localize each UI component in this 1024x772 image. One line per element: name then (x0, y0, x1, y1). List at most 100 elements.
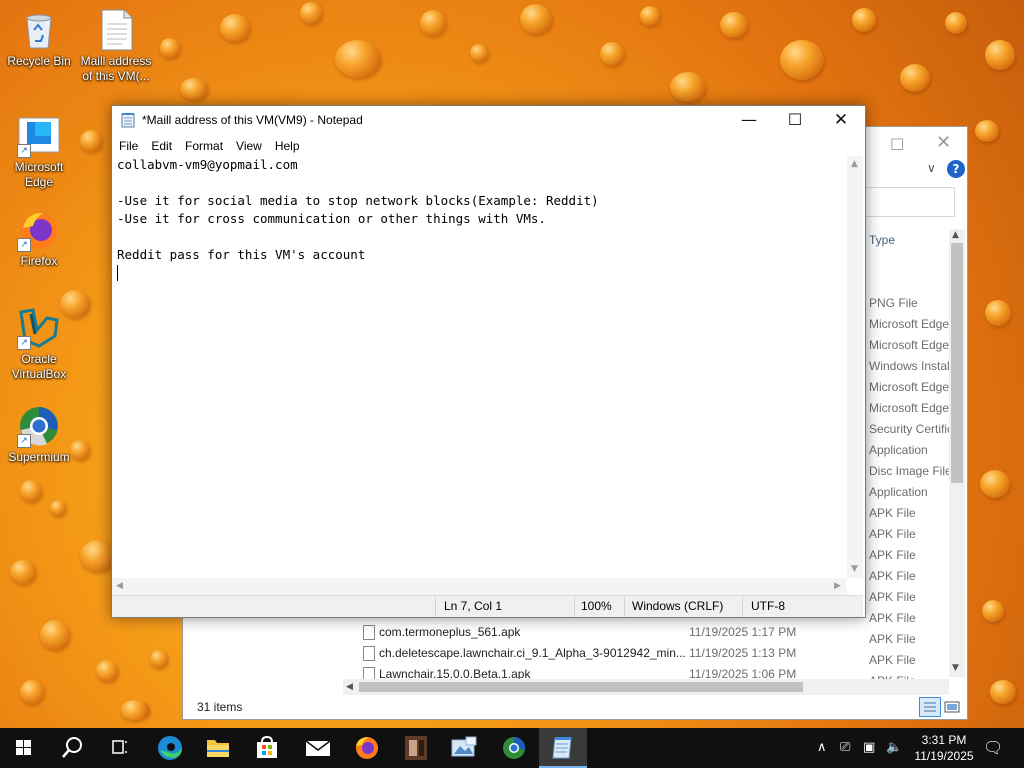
shortcut-arrow-icon: ↗ (17, 434, 31, 448)
type-cell: Disc Image File (869, 464, 952, 478)
search-icon (62, 737, 82, 758)
menu-bar: File Edit Format View Help (112, 136, 863, 156)
help-icon[interactable]: ? (947, 160, 965, 178)
folder-icon (207, 740, 229, 757)
network-icon[interactable]: ▣ (863, 740, 875, 755)
recycle-bin-label: Recycle Bin (7, 54, 71, 68)
supermium-shortcut[interactable]: ↗ Supermium (1, 404, 77, 465)
horizontal-scrollbar[interactable]: ◀ ▶ (112, 578, 847, 595)
minimize-button[interactable]: — (726, 106, 772, 134)
menu-help[interactable]: Help (268, 136, 306, 153)
vertical-scrollbar[interactable]: ▲ ▼ (847, 156, 863, 578)
show-hidden-icons-chevron-icon[interactable]: ∧ (817, 740, 827, 755)
app-thumbnail-icon (405, 736, 427, 760)
taskbar: ∧ ⎚ ▣ 🔈 3:31 PM 11/19/2025 🗨 (0, 728, 1024, 768)
file-name[interactable]: com.termoneplus_561.apk (379, 625, 520, 639)
explorer-horizontal-scrollbar[interactable]: ◀ (343, 679, 949, 695)
details-view-icon[interactable] (919, 697, 941, 717)
type-cell: Microsoft Edge (869, 380, 950, 394)
taskbar-edge[interactable] (146, 728, 194, 768)
text-caret (117, 265, 118, 281)
mail-icon (305, 740, 331, 756)
clock[interactable]: 3:31 PM 11/19/2025 (912, 732, 976, 764)
file-name[interactable]: ch.deletescape.lawnchair.ci_9.1_Alpha_3-… (379, 646, 686, 660)
type-cell: Microsoft Edge (869, 338, 950, 352)
notepad-window[interactable]: *Maill address of this VM(VM9) - Notepad… (111, 105, 866, 618)
taskbar-app-2[interactable] (440, 728, 488, 768)
image-viewer-icon (451, 736, 477, 757)
scroll-up-arrow-icon[interactable]: ▲ (851, 159, 858, 169)
type-cell: APK File (869, 632, 916, 646)
explorer-vertical-scrollbar[interactable]: ▲ ▼ (949, 229, 965, 677)
menu-view[interactable]: View (229, 136, 268, 153)
text-file-icon (94, 8, 138, 52)
type-column-header[interactable]: Type (869, 233, 895, 247)
supermium-icon (503, 736, 526, 759)
maximize-button[interactable]: ☐ (772, 106, 818, 134)
menu-file[interactable]: File (112, 136, 144, 153)
taskbar-file-explorer[interactable] (194, 728, 242, 768)
store-icon (257, 735, 277, 758)
scroll-down-arrow-icon[interactable]: ▼ (851, 564, 858, 574)
device-icon[interactable]: ⎚ (840, 740, 850, 755)
ribbon-expand-chevron-icon[interactable]: ∨ (927, 161, 936, 175)
edge-icon (158, 736, 182, 760)
file-date: 11/19/2025 1:17 PM (689, 625, 797, 639)
text-editor[interactable]: collabvm-vm9@yopmail.com -Use it for soc… (117, 156, 847, 576)
scroll-right-arrow-icon[interactable]: ▶ (834, 581, 841, 591)
taskbar-mail[interactable] (294, 728, 342, 768)
explorer-search-box[interactable] (863, 187, 955, 217)
search-button[interactable] (48, 728, 96, 768)
zoom-level: 100% (581, 599, 612, 613)
scroll-left-arrow-icon[interactable]: ◀ (346, 682, 353, 692)
volume-muted-icon[interactable]: 🔈 (886, 740, 902, 755)
taskbar-notepad[interactable] (539, 728, 587, 768)
taskbar-firefox[interactable] (343, 728, 391, 768)
task-view-button[interactable] (96, 728, 144, 768)
type-cell: Microsoft Edge (869, 401, 950, 415)
maill-address-file-shortcut[interactable]: Maill address of this VM(... (78, 8, 154, 84)
taskbar-store[interactable] (243, 728, 291, 768)
close-button[interactable]: ✕ (818, 106, 864, 134)
windows-logo-icon (16, 740, 31, 755)
scroll-down-arrow-icon[interactable]: ▼ (952, 663, 959, 673)
oracle-virtualbox-shortcut[interactable]: ↗ Oracle VirtualBox (1, 306, 77, 382)
clock-date: 11/19/2025 (914, 749, 974, 763)
explorer-close-button[interactable]: ✕ (936, 132, 951, 153)
type-cell: Windows Instal (869, 359, 950, 373)
taskbar-app-1[interactable] (392, 728, 440, 768)
edge-icon: ↗ (17, 114, 61, 158)
large-icons-view-icon[interactable] (943, 699, 961, 715)
supermium-label: Supermium (8, 450, 70, 464)
microsoft-edge-label: Microsoft Edge (14, 160, 64, 189)
type-cell: APK File (869, 569, 916, 583)
notifications-icon[interactable]: 🗨 (983, 738, 1003, 757)
microsoft-edge-shortcut[interactable]: ↗ Microsoft Edge (1, 114, 77, 190)
line-ending: Windows (CRLF) (632, 599, 724, 613)
type-cell: APK File (869, 506, 916, 520)
file-icon (363, 646, 375, 661)
notepad-icon (121, 112, 135, 128)
type-cell: Application (869, 443, 928, 457)
firefox-shortcut[interactable]: ↗ Firefox (1, 208, 77, 269)
scroll-left-arrow-icon[interactable]: ◀ (116, 581, 123, 591)
start-button[interactable] (0, 728, 48, 768)
item-count: 31 items (197, 700, 243, 714)
scrollbar-thumb[interactable] (951, 243, 963, 483)
menu-edit[interactable]: Edit (144, 136, 178, 153)
recycle-bin-shortcut[interactable]: Recycle Bin (1, 8, 77, 69)
explorer-maximize-button[interactable]: ☐ (890, 135, 904, 154)
window-title: *Maill address of this VM(VM9) - Notepad (142, 113, 363, 127)
cursor-position: Ln 7, Col 1 (444, 599, 503, 613)
maill-address-file-label: Maill address of this VM(... (80, 54, 152, 83)
notepad-icon (552, 737, 572, 759)
file-date: 11/19/2025 1:13 PM (689, 646, 797, 660)
type-cell: APK File (869, 548, 916, 562)
virtualbox-icon: ↗ (17, 306, 61, 350)
scroll-up-arrow-icon[interactable]: ▲ (952, 230, 959, 240)
taskbar-supermium[interactable] (490, 728, 538, 768)
type-cell: Microsoft Edge (869, 317, 950, 331)
scrollbar-thumb[interactable] (359, 682, 803, 692)
type-cell: APK File (869, 611, 916, 625)
menu-format[interactable]: Format (178, 136, 229, 153)
